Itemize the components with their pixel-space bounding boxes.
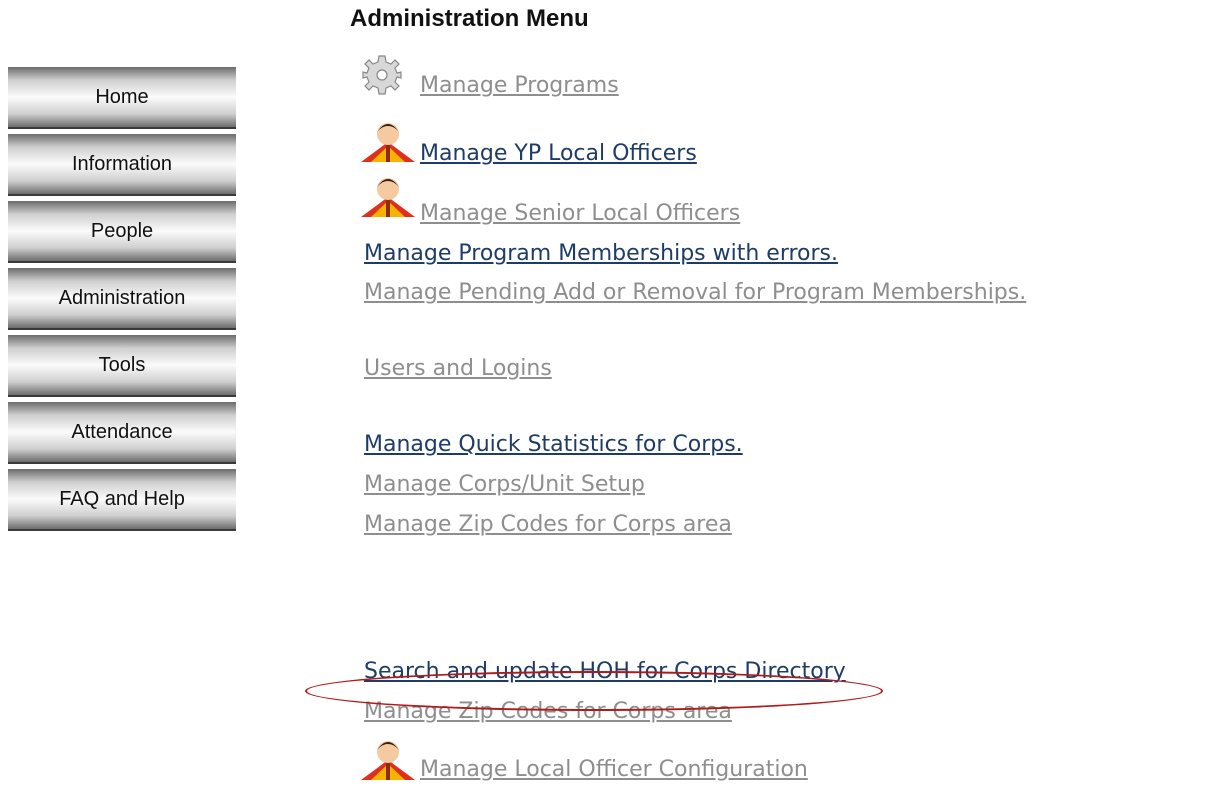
manage-quick-statistics-link[interactable]: Manage Quick Statistics for Corps. — [364, 431, 743, 459]
person-icon — [359, 120, 417, 164]
manage-corps-unit-setup-link[interactable]: Manage Corps/Unit Setup — [364, 471, 645, 499]
sidebar-item-home[interactable]: Home — [8, 67, 236, 129]
sidebar-item-information[interactable]: Information — [8, 134, 236, 196]
manage-senior-local-officers-link[interactable]: Manage Senior Local Officers — [420, 200, 740, 228]
sidebar-item-attendance[interactable]: Attendance — [8, 402, 236, 464]
manage-zip-codes-link[interactable]: Manage Zip Codes for Corps area — [364, 511, 732, 539]
manage-memberships-errors-link[interactable]: Manage Program Memberships with errors. — [364, 240, 838, 268]
manage-pending-memberships-link[interactable]: Manage Pending Add or Removal for Progra… — [364, 279, 1026, 307]
sidebar-item-tools[interactable]: Tools — [8, 335, 236, 397]
manage-yp-local-officers-link[interactable]: Manage YP Local Officers — [420, 140, 697, 168]
sidebar-item-administration[interactable]: Administration — [8, 268, 236, 330]
page-title: Administration Menu — [350, 5, 589, 32]
users-logins-link[interactable]: Users and Logins — [364, 355, 552, 383]
person-icon — [359, 738, 417, 782]
sidebar-nav: Home Information People Administration T… — [8, 67, 236, 536]
sidebar-item-people[interactable]: People — [8, 201, 236, 263]
manage-local-officer-config-link[interactable]: Manage Local Officer Configuration — [420, 756, 808, 784]
manage-programs-link[interactable]: Manage Programs — [420, 72, 619, 100]
sidebar-item-faq-help[interactable]: FAQ and Help — [8, 469, 236, 531]
person-icon — [359, 175, 417, 219]
gear-icon — [359, 53, 417, 97]
highlight-ellipse — [305, 671, 883, 711]
